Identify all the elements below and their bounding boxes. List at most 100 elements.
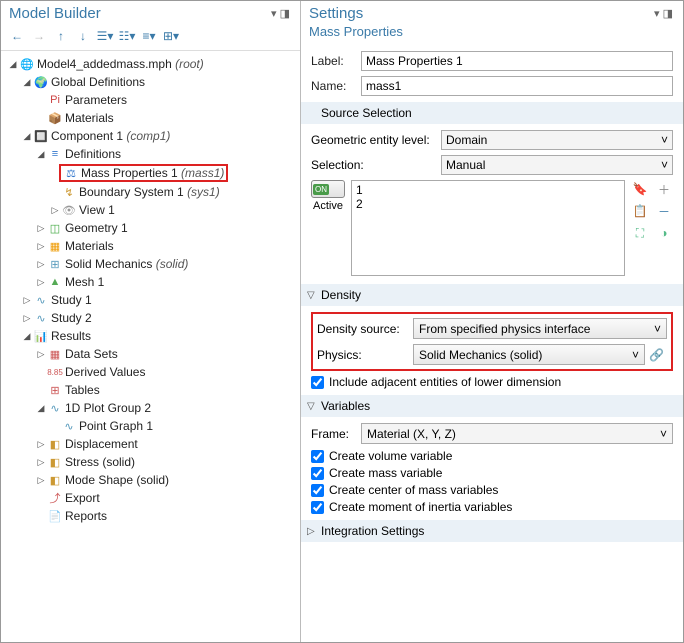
model-icon: 🌐 [19,56,35,72]
tree-solid[interactable]: ▷⊞Solid Mechanics (solid) [3,255,298,273]
results-icon: 📊 [33,328,49,344]
settings-header: Settings ▾ ◨ [301,1,683,24]
tree-mesh[interactable]: ▷▲Mesh 1 [3,273,298,291]
chevron-down-icon: ˅ [654,322,661,336]
copy-button[interactable]: 📋 [631,202,649,220]
frame-label: Frame: [311,427,361,441]
tree-reports[interactable]: 📄Reports [3,507,298,525]
tree-parameters[interactable]: PiParameters [3,91,298,109]
expand-button[interactable]: ☷▾ [117,26,137,46]
pin-icon[interactable]: ▾ ◨ [269,7,292,20]
add-button[interactable]: ＋ [655,180,673,198]
list-button[interactable]: ≡▾ [139,26,159,46]
geom-level-label: Geometric entity level: [311,133,441,147]
pin-icon[interactable]: ▾ ◨ [652,7,675,20]
tree-global-defs[interactable]: ◢🌍Global Definitions [3,73,298,91]
density-header[interactable]: ▽Density [301,284,683,306]
tree-tables[interactable]: ⊞Tables [3,381,298,399]
settings-subtitle: Mass Properties [301,24,683,45]
pi-icon: Pi [47,92,63,108]
tree-component[interactable]: ◢🔲Component 1 (comp1) [3,127,298,145]
plot-icon: ∿ [47,400,63,416]
source-selection-header[interactable]: Source Selection [301,102,683,124]
tree-root[interactable]: ◢🌐Model4_addedmass.mph (root) [3,55,298,73]
solid-icon: ⊞ [47,256,63,272]
create-volume-checkbox[interactable]: Create volume variable [311,449,673,463]
stress-icon: ◧ [47,454,63,470]
tree-view[interactable]: ▷👁View 1 [3,201,298,219]
mass-icon: ⚖ [63,165,79,181]
tables-icon: ⊞ [47,382,63,398]
tree-stress[interactable]: ▷◧Stress (solid) [3,453,298,471]
derived-icon: 8.85 [47,364,63,380]
displacement-icon: ◧ [47,436,63,452]
label-label: Label: [311,54,361,68]
chevron-down-icon: ˅ [661,133,668,147]
up-button[interactable]: ↑ [51,26,71,46]
reports-icon: 📄 [47,508,63,524]
create-com-checkbox[interactable]: Create center of mass variables [311,483,673,497]
study-icon: ∿ [33,292,49,308]
active-label: Active [313,200,343,212]
forward-button: → [29,26,49,46]
down-button[interactable]: ↓ [73,26,93,46]
integration-header[interactable]: ▷Integration Settings [301,520,683,542]
tree-materials2[interactable]: ▷▦Materials [3,237,298,255]
chevron-down-icon: ˅ [661,158,668,172]
geom-level-select[interactable]: Domain˅ [441,130,673,150]
density-source-select[interactable]: From specified physics interface˅ [413,318,667,339]
link-icon[interactable]: 🔗 [649,348,667,362]
model-builder-panel: Model Builder ▾ ◨ ← → ↑ ↓ ☰▾ ☷▾ ≡▾ ⊞▾ ◢🌐… [1,1,301,642]
selection-list[interactable]: 1 2 [351,180,625,276]
more-button[interactable]: ⊞▾ [161,26,181,46]
tree-pointgraph[interactable]: ∿Point Graph 1 [3,417,298,435]
selection-select[interactable]: Manual˅ [441,155,673,175]
include-adjacent-checkbox[interactable]: Include adjacent entities of lower dimen… [311,375,673,389]
tree-geometry[interactable]: ▷◫Geometry 1 [3,219,298,237]
toggle-button[interactable]: ◑ [655,224,673,242]
export-icon: ⤴ [47,490,63,506]
boundary-icon: ↯ [61,184,77,200]
panel-header: Model Builder ▾ ◨ [1,1,300,24]
tree-modeshape[interactable]: ▷◧Mode Shape (solid) [3,471,298,489]
name-input[interactable] [361,76,673,96]
tree-materials[interactable]: 📦Materials [3,109,298,127]
density-source-label: Density source: [317,322,413,336]
model-toolbar: ← → ↑ ↓ ☰▾ ☷▾ ≡▾ ⊞▾ [1,24,300,51]
collapse-button[interactable]: ☰▾ [95,26,115,46]
tree-displacement[interactable]: ▷◧Displacement [3,435,298,453]
selection-label: Selection: [311,158,441,172]
model-tree[interactable]: ◢🌐Model4_addedmass.mph (root) ◢🌍Global D… [1,51,300,642]
label-input[interactable] [361,51,673,71]
pointgraph-icon: ∿ [61,418,77,434]
tree-boundary-system[interactable]: ↯Boundary System 1 (sys1) [3,183,298,201]
settings-form: Label: Name: Source Selection Geometric … [301,45,683,642]
panel-title: Model Builder [9,5,269,22]
tree-study2[interactable]: ▷∿Study 2 [3,309,298,327]
remove-button[interactable]: － [655,202,673,220]
back-button[interactable]: ← [7,26,27,46]
tree-export[interactable]: ⤴Export [3,489,298,507]
datasets-icon: ▦ [47,346,63,362]
tree-mass-properties[interactable]: ⚖Mass Properties 1 (mass1) [59,164,228,182]
mesh-icon: ▲ [47,274,63,290]
name-label: Name: [311,79,361,93]
create-moi-checkbox[interactable]: Create moment of inertia variables [311,500,673,514]
physics-select[interactable]: Solid Mechanics (solid)˅ [413,344,645,365]
frame-select[interactable]: Material (X, Y, Z)˅ [361,423,673,444]
paste-button[interactable]: 🔖 [631,180,649,198]
create-mass-checkbox[interactable]: Create mass variable [311,466,673,480]
zoom-button[interactable]: ⛶ [631,224,649,242]
settings-title: Settings [309,5,652,22]
geometry-icon: ◫ [47,220,63,236]
variables-header[interactable]: ▽Variables [301,395,683,417]
tree-definitions[interactable]: ◢≡Definitions [3,145,298,163]
tree-derived[interactable]: 8.85Derived Values [3,363,298,381]
tree-plotgroup[interactable]: ◢∿1D Plot Group 2 [3,399,298,417]
active-toggle[interactable]: ON [311,180,345,198]
tree-results[interactable]: ◢📊Results [3,327,298,345]
physics-label: Physics: [317,348,413,362]
tree-study1[interactable]: ▷∿Study 1 [3,291,298,309]
density-block: Density source: From specified physics i… [311,312,673,371]
tree-datasets[interactable]: ▷▦Data Sets [3,345,298,363]
